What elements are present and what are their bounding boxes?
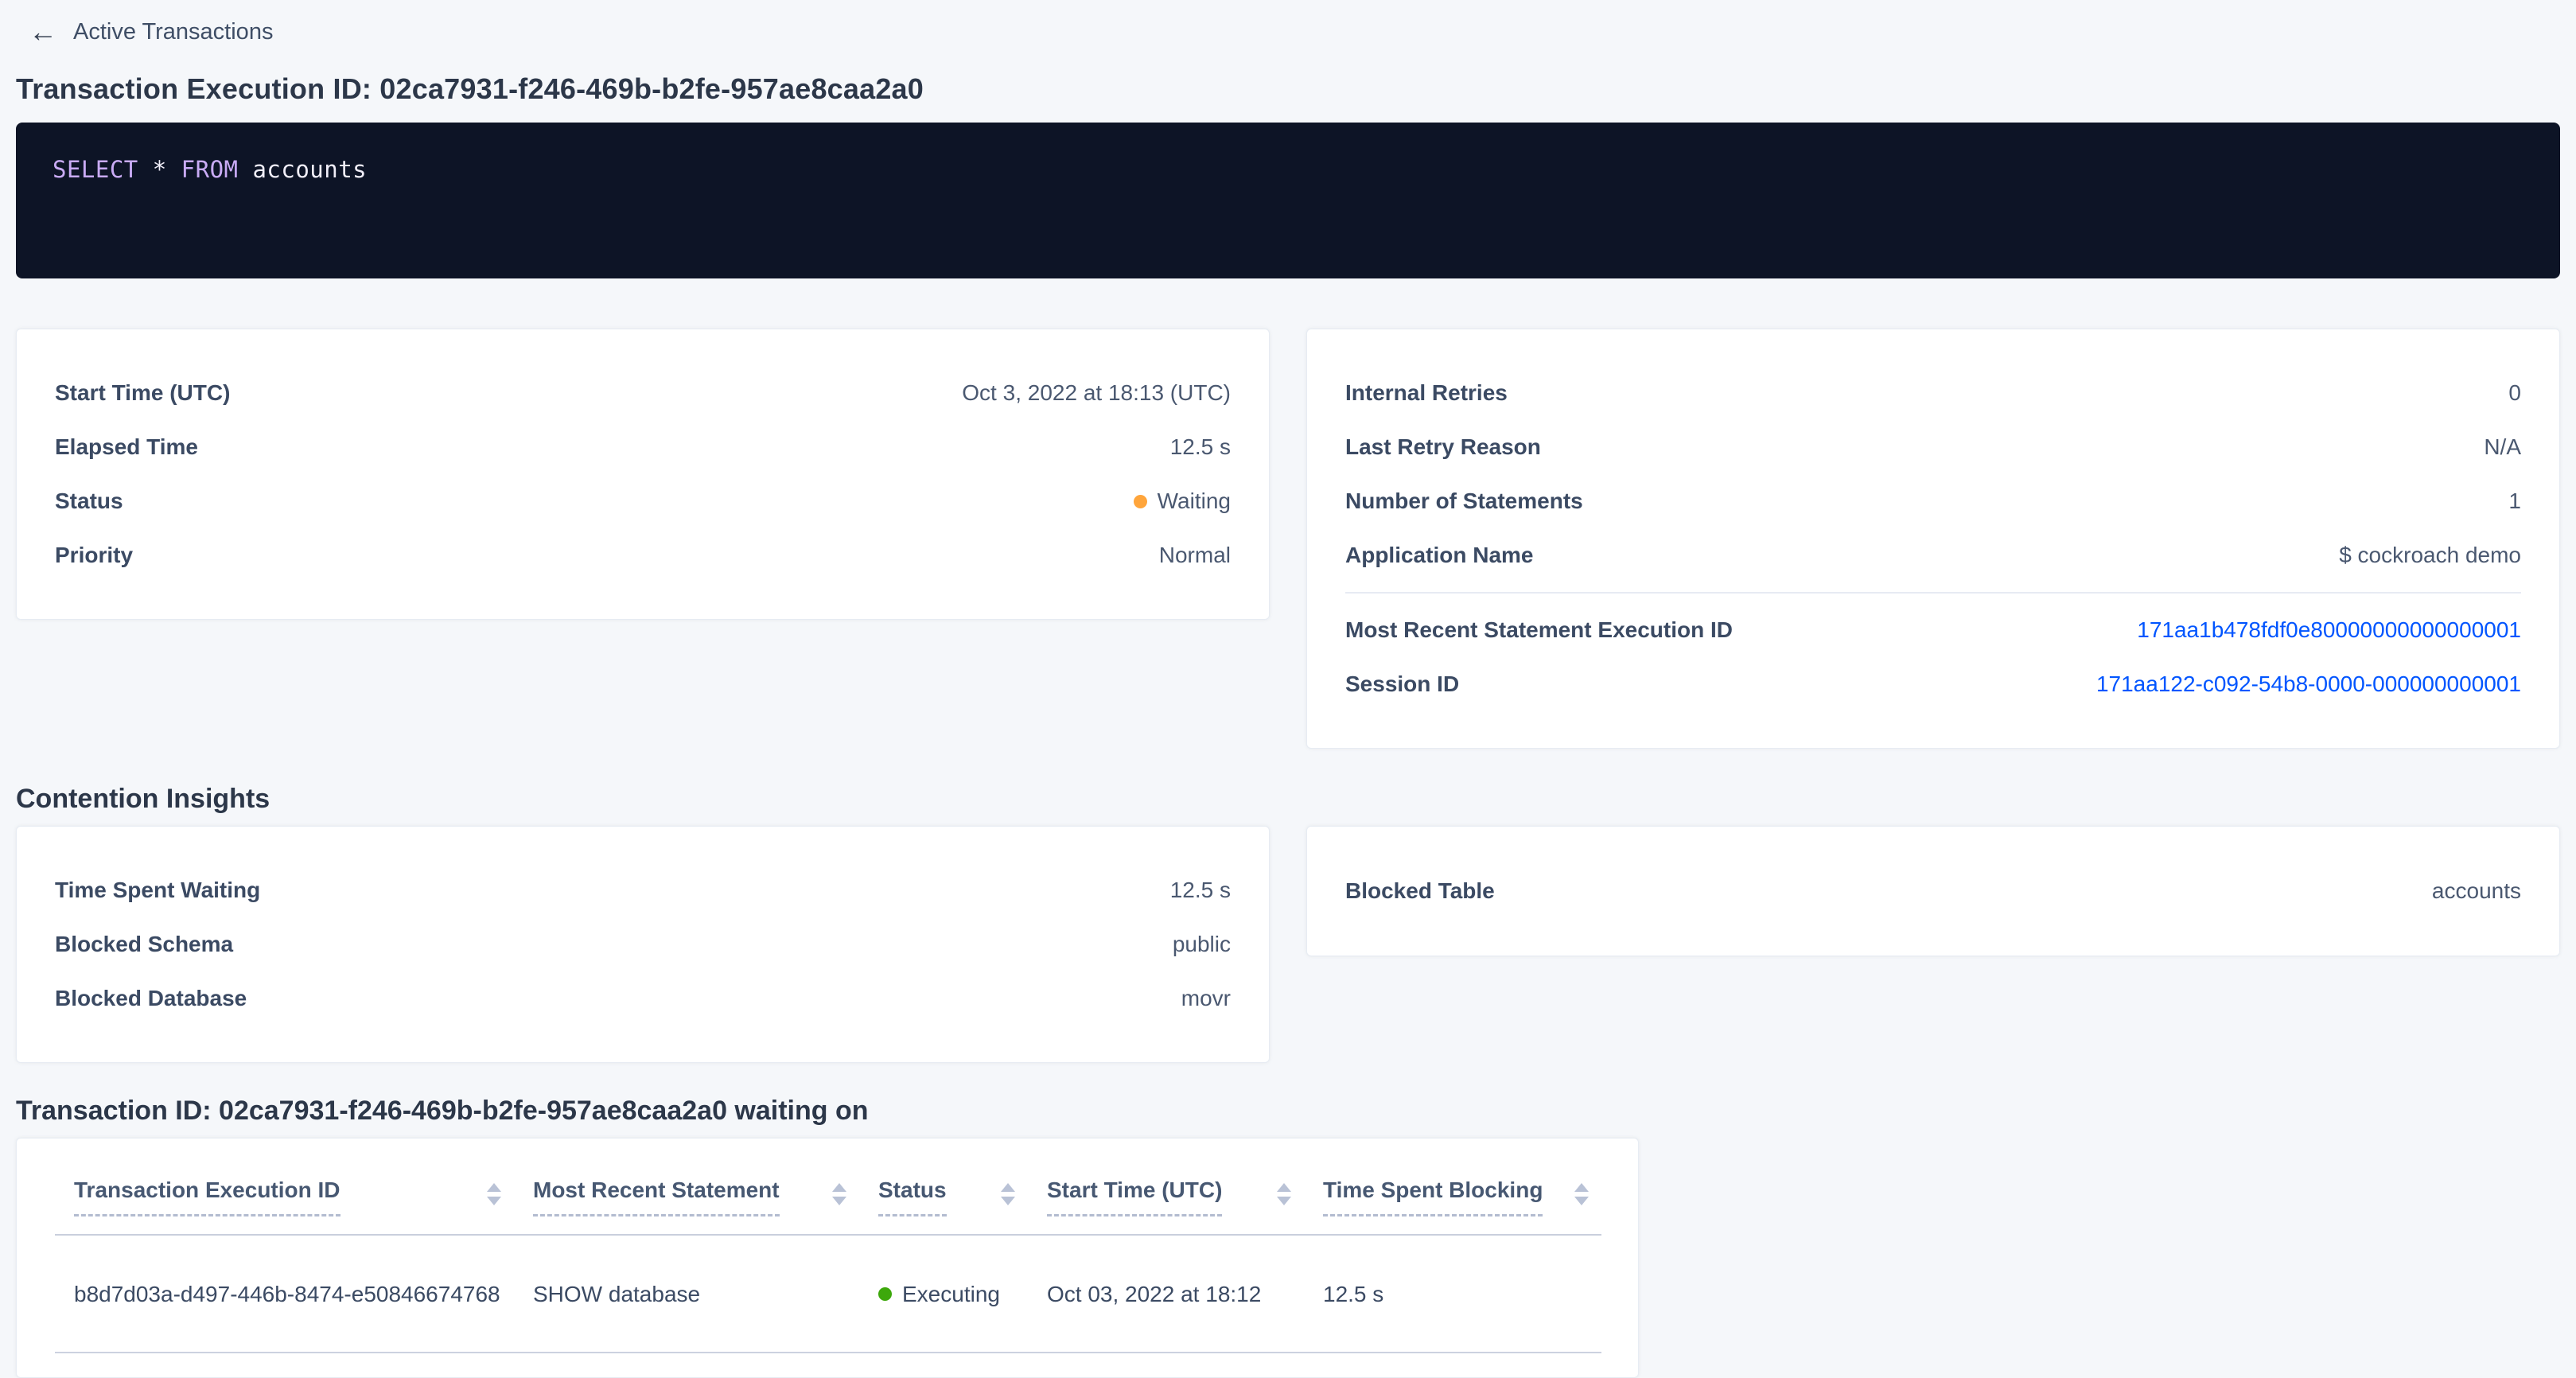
priority-value: Normal xyxy=(1159,543,1231,568)
blocked-schema-label: Blocked Schema xyxy=(55,932,233,957)
blocked-table-value: accounts xyxy=(2432,878,2521,904)
active-transaction-details-page: ← Active Transactions Transaction Execut… xyxy=(0,0,2576,1378)
application-name-label: Application Name xyxy=(1345,543,1533,568)
transaction-summary-card-right: Internal Retries 0 Last Retry Reason N/A… xyxy=(1306,329,2560,749)
blocked-database-label: Blocked Database xyxy=(55,986,247,1011)
cell-time-spent-blocking: 12.5 s xyxy=(1304,1235,1601,1353)
sql-text: * xyxy=(138,156,181,183)
application-name-row: Application Name $ cockroach demo xyxy=(1345,528,2521,582)
time-spent-waiting-label: Time Spent Waiting xyxy=(55,878,260,903)
sort-icon[interactable] xyxy=(1001,1183,1015,1205)
internal-retries-label: Internal Retries xyxy=(1345,380,1508,406)
summary-cards-row: Start Time (UTC) Oct 3, 2022 at 18:13 (U… xyxy=(16,329,2560,749)
number-of-statements-label: Number of Statements xyxy=(1345,489,1583,514)
arrow-left-icon[interactable]: ← xyxy=(29,18,57,46)
blocked-table-row: Blocked Table accounts xyxy=(1345,864,2521,918)
sql-statement-text: SELECT * FROM accounts xyxy=(53,156,367,183)
blocked-database-row: Blocked Database movr xyxy=(55,971,1231,1026)
column-header-time-spent-blocking[interactable]: Time Spent Blocking xyxy=(1304,1139,1601,1235)
sql-keyword: FROM xyxy=(181,156,239,183)
status-value: Waiting xyxy=(1134,489,1231,514)
table-row: b8d7d03a-d497-446b-8474-e50846674768 SHO… xyxy=(55,1235,1601,1353)
sql-statement-box: SELECT * FROM accounts xyxy=(16,123,2560,278)
column-label: Status xyxy=(878,1177,947,1216)
column-header-status[interactable]: Status xyxy=(859,1139,1028,1235)
priority-label: Priority xyxy=(55,543,133,568)
column-header-transaction-execution-id[interactable]: Transaction Execution ID xyxy=(55,1139,514,1235)
waiting-transactions-table: Transaction Execution ID Most Recent Sta… xyxy=(55,1139,1601,1353)
sort-icon[interactable] xyxy=(487,1183,501,1205)
blocked-schema-row: Blocked Schema public xyxy=(55,917,1231,971)
waiting-transactions-card: Transaction Execution ID Most Recent Sta… xyxy=(16,1138,1639,1378)
sort-icon[interactable] xyxy=(1574,1183,1589,1205)
page-title: Transaction Execution ID: 02ca7931-f246-… xyxy=(16,72,2560,106)
sort-icon[interactable] xyxy=(832,1183,846,1205)
contention-card-right: Blocked Table accounts xyxy=(1306,826,2560,956)
contention-cards-row: Time Spent Waiting 12.5 s Blocked Schema… xyxy=(16,826,2560,1063)
statement-execution-id-row: Most Recent Statement Execution ID 171aa… xyxy=(1345,603,2521,657)
cell-start-time: Oct 03, 2022 at 18:12 xyxy=(1028,1235,1304,1353)
session-id-link[interactable]: 171aa122-c092-54b8-0000-000000000001 xyxy=(2096,671,2521,697)
priority-row: Priority Normal xyxy=(55,528,1231,582)
status-text: Executing xyxy=(902,1282,1000,1307)
column-label: Most Recent Statement xyxy=(533,1177,780,1216)
status-executing-dot-icon xyxy=(878,1287,892,1301)
last-retry-reason-row: Last Retry Reason N/A xyxy=(1345,420,2521,474)
start-time-label: Start Time (UTC) xyxy=(55,380,230,406)
card-divider xyxy=(1345,592,2521,594)
breadcrumb[interactable]: ← Active Transactions xyxy=(16,11,286,53)
internal-retries-value: 0 xyxy=(2508,380,2521,406)
transaction-summary-card-left: Start Time (UTC) Oct 3, 2022 at 18:13 (U… xyxy=(16,329,1270,620)
number-of-statements-row: Number of Statements 1 xyxy=(1345,474,2521,528)
blocked-database-value: movr xyxy=(1181,986,1231,1011)
session-id-label: Session ID xyxy=(1345,671,1459,697)
elapsed-time-value: 12.5 s xyxy=(1170,434,1231,460)
internal-retries-row: Internal Retries 0 xyxy=(1345,366,2521,420)
cell-transaction-execution-id: b8d7d03a-d497-446b-8474-e50846674768 xyxy=(55,1235,514,1353)
column-header-most-recent-statement[interactable]: Most Recent Statement xyxy=(514,1139,859,1235)
contention-insights-heading: Contention Insights xyxy=(16,784,2560,815)
statement-execution-id-label: Most Recent Statement Execution ID xyxy=(1345,617,1733,643)
waiting-on-heading: Transaction ID: 02ca7931-f246-469b-b2fe-… xyxy=(16,1096,2560,1127)
blocked-schema-value: public xyxy=(1173,932,1231,957)
statement-execution-id-link[interactable]: 171aa1b478fdf0e80000000000000001 xyxy=(2137,617,2521,643)
sql-text: accounts xyxy=(239,156,368,183)
column-header-start-time[interactable]: Start Time (UTC) xyxy=(1028,1139,1304,1235)
application-name-value: $ cockroach demo xyxy=(2339,543,2521,568)
contention-card-left: Time Spent Waiting 12.5 s Blocked Schema… xyxy=(16,826,1270,1063)
time-spent-waiting-value: 12.5 s xyxy=(1170,878,1231,903)
sort-icon[interactable] xyxy=(1277,1183,1291,1205)
time-spent-waiting-row: Time Spent Waiting 12.5 s xyxy=(55,863,1231,917)
column-label: Time Spent Blocking xyxy=(1323,1177,1543,1216)
elapsed-time-row: Elapsed Time 12.5 s xyxy=(55,420,1231,474)
cell-status: Executing xyxy=(859,1235,1028,1353)
elapsed-time-label: Elapsed Time xyxy=(55,434,198,460)
session-id-row: Session ID 171aa122-c092-54b8-0000-00000… xyxy=(1345,657,2521,711)
status-row: Status Waiting xyxy=(55,474,1231,528)
start-time-value: Oct 3, 2022 at 18:13 (UTC) xyxy=(962,380,1231,406)
start-time-row: Start Time (UTC) Oct 3, 2022 at 18:13 (U… xyxy=(55,366,1231,420)
cell-most-recent-statement: SHOW database xyxy=(514,1235,859,1353)
column-label: Transaction Execution ID xyxy=(74,1177,340,1216)
status-waiting-dot-icon xyxy=(1134,495,1147,508)
status-label: Status xyxy=(55,489,123,514)
column-label: Start Time (UTC) xyxy=(1047,1177,1222,1216)
sql-keyword: SELECT xyxy=(53,156,138,183)
table-header-row: Transaction Execution ID Most Recent Sta… xyxy=(55,1139,1601,1235)
number-of-statements-value: 1 xyxy=(2508,489,2521,514)
last-retry-reason-label: Last Retry Reason xyxy=(1345,434,1541,460)
back-link-active-transactions[interactable]: Active Transactions xyxy=(73,19,273,45)
status-text: Waiting xyxy=(1158,489,1231,514)
blocked-table-label: Blocked Table xyxy=(1345,878,1495,904)
last-retry-reason-value: N/A xyxy=(2484,434,2521,460)
